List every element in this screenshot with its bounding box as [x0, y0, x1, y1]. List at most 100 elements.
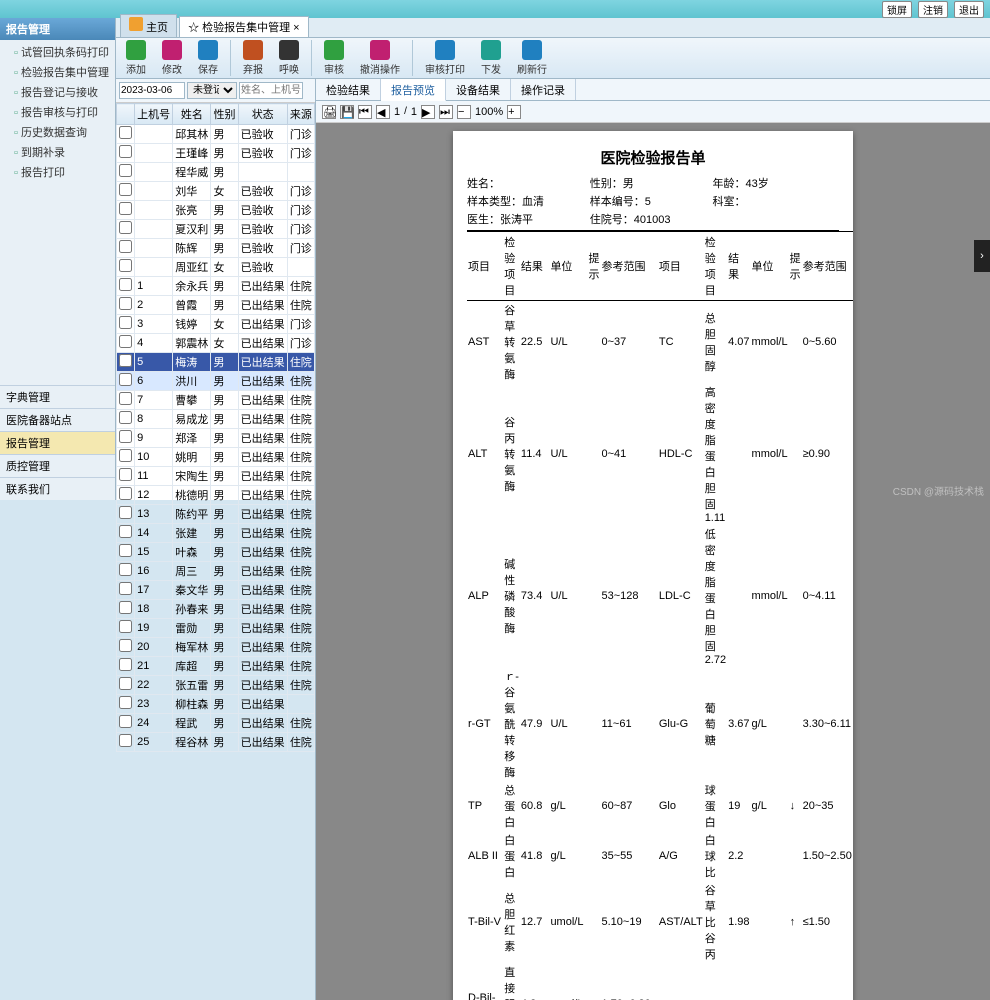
tab-report-mgr[interactable]: ☆ 检验报告集中管理 ×: [179, 16, 309, 37]
table-row[interactable]: 夏汉利男已验收门诊: [117, 220, 315, 239]
grid-header[interactable]: 来源: [287, 104, 314, 125]
search-input[interactable]: [239, 82, 303, 99]
bottom-nav-item[interactable]: 字典管理: [0, 385, 115, 408]
patient-grid[interactable]: 上机号姓名性别状态来源邱其林男已验收门诊王瑾峰男已验收门诊程华威男刘华女已验收门…: [116, 103, 315, 1000]
tree-item[interactable]: 试管回执条码打印: [0, 42, 115, 62]
grid-header[interactable]: 姓名: [173, 104, 211, 125]
table-row[interactable]: 22张五雷男已出结果住院: [117, 676, 315, 695]
grid-header[interactable]: 性别: [211, 104, 238, 125]
row-checkbox[interactable]: [119, 335, 132, 348]
row-checkbox[interactable]: [119, 316, 132, 329]
row-checkbox[interactable]: [119, 696, 132, 709]
add-button[interactable]: 添加: [122, 38, 150, 78]
table-row[interactable]: 程华威男: [117, 163, 315, 182]
grid-header[interactable]: 状态: [238, 104, 287, 125]
tab-home[interactable]: 主页: [120, 14, 177, 37]
table-row[interactable]: 11宋陶生男已出结果住院: [117, 467, 315, 486]
table-row[interactable]: 邱其林男已验收门诊: [117, 125, 315, 144]
table-row[interactable]: 14张建男已出结果住院: [117, 524, 315, 543]
detail-tab[interactable]: 检验结果: [316, 79, 381, 100]
table-row[interactable]: 7曹攀男已出结果住院: [117, 391, 315, 410]
row-checkbox[interactable]: [119, 221, 132, 234]
tree-item[interactable]: 历史数据查询: [0, 122, 115, 142]
row-checkbox[interactable]: [119, 259, 132, 272]
last-page-icon[interactable]: ⏭: [439, 105, 453, 119]
tree-item[interactable]: 报告登记与接收: [0, 82, 115, 102]
row-checkbox[interactable]: [119, 601, 132, 614]
row-checkbox[interactable]: [119, 126, 132, 139]
table-row[interactable]: 12桃德明男已出结果住院: [117, 486, 315, 505]
row-checkbox[interactable]: [119, 411, 132, 424]
table-row[interactable]: 6洪川男已出结果住院: [117, 372, 315, 391]
table-row[interactable]: 2曾霞男已出结果住院: [117, 296, 315, 315]
table-row[interactable]: 16周三男已出结果住院: [117, 562, 315, 581]
bottom-nav-item[interactable]: 质控管理: [0, 454, 115, 477]
review-button[interactable]: 审核: [320, 38, 348, 78]
table-row[interactable]: 张亮男已验收门诊: [117, 201, 315, 220]
detail-tab[interactable]: 报告预览: [381, 79, 446, 101]
grid-header[interactable]: 上机号: [135, 104, 173, 125]
zoom-in-icon[interactable]: +: [507, 105, 521, 119]
row-checkbox[interactable]: [119, 164, 132, 177]
table-row[interactable]: 9郑泽男已出结果住院: [117, 429, 315, 448]
table-row[interactable]: 18孙春来男已出结果住院: [117, 600, 315, 619]
row-checkbox[interactable]: [119, 183, 132, 196]
table-row[interactable]: 10姚明男已出结果住院: [117, 448, 315, 467]
row-checkbox[interactable]: [119, 278, 132, 291]
table-row[interactable]: 王瑾峰男已验收门诊: [117, 144, 315, 163]
tree-item[interactable]: 检验报告集中管理: [0, 62, 115, 82]
table-row[interactable]: 4郭震林女已出结果门诊: [117, 334, 315, 353]
row-checkbox[interactable]: [119, 563, 132, 576]
row-checkbox[interactable]: [119, 582, 132, 595]
reprint-button[interactable]: 审核打印: [421, 38, 469, 78]
table-row[interactable]: 刘华女已验收门诊: [117, 182, 315, 201]
table-row[interactable]: 1余永兵男已出结果住院: [117, 277, 315, 296]
tree-item[interactable]: 报告打印: [0, 162, 115, 182]
grid-header[interactable]: [117, 104, 135, 125]
table-row[interactable]: 24程武男已出结果住院: [117, 714, 315, 733]
row-checkbox[interactable]: [119, 354, 132, 367]
refresh-button[interactable]: 刷新行: [513, 38, 551, 78]
prev-page-icon[interactable]: ◀: [376, 105, 390, 119]
row-checkbox[interactable]: [119, 145, 132, 158]
bottom-nav-item[interactable]: 医院备器站点: [0, 408, 115, 431]
zoom-out-icon[interactable]: −: [457, 105, 471, 119]
table-row[interactable]: 19雷勋男已出结果住院: [117, 619, 315, 638]
row-checkbox[interactable]: [119, 715, 132, 728]
row-checkbox[interactable]: [119, 639, 132, 652]
callback-button[interactable]: 呼唤: [275, 38, 303, 78]
scroll-right-icon[interactable]: ›: [974, 240, 990, 272]
date-input[interactable]: [119, 82, 185, 99]
table-row[interactable]: 陈辉男已验收门诊: [117, 239, 315, 258]
table-row[interactable]: 20梅军林男已出结果住院: [117, 638, 315, 657]
next-page-icon[interactable]: ▶: [421, 105, 435, 119]
edit-button[interactable]: 修改: [158, 38, 186, 78]
table-row[interactable]: 25程谷林男已出结果住院: [117, 733, 315, 752]
row-checkbox[interactable]: [119, 658, 132, 671]
row-checkbox[interactable]: [119, 677, 132, 690]
lock-button[interactable]: 锁屏: [882, 1, 912, 18]
table-row[interactable]: 17秦文华男已出结果住院: [117, 581, 315, 600]
tree-item[interactable]: 到期补录: [0, 142, 115, 162]
print-icon[interactable]: 🖨: [322, 105, 336, 119]
detail-tab[interactable]: 设备结果: [446, 79, 511, 100]
status-select[interactable]: 未登记: [187, 82, 237, 99]
undo-button[interactable]: 撤消操作: [356, 38, 404, 78]
table-row[interactable]: 8易成龙男已出结果住院: [117, 410, 315, 429]
table-row[interactable]: 15叶森男已出结果住院: [117, 543, 315, 562]
table-row[interactable]: 21库超男已出结果住院: [117, 657, 315, 676]
exit-button[interactable]: 退出: [954, 1, 984, 18]
send-button[interactable]: 下发: [477, 38, 505, 78]
abort-button[interactable]: 弃报: [239, 38, 267, 78]
table-row[interactable]: 13陈约平男已出结果住院: [117, 505, 315, 524]
row-checkbox[interactable]: [119, 487, 132, 500]
row-checkbox[interactable]: [119, 449, 132, 462]
row-checkbox[interactable]: [119, 506, 132, 519]
row-checkbox[interactable]: [119, 240, 132, 253]
bottom-nav-item[interactable]: 报告管理: [0, 431, 115, 454]
row-checkbox[interactable]: [119, 430, 132, 443]
table-row[interactable]: 3钱婷女已出结果门诊: [117, 315, 315, 334]
row-checkbox[interactable]: [119, 202, 132, 215]
row-checkbox[interactable]: [119, 525, 132, 538]
tree-item[interactable]: 报告审核与打印: [0, 102, 115, 122]
